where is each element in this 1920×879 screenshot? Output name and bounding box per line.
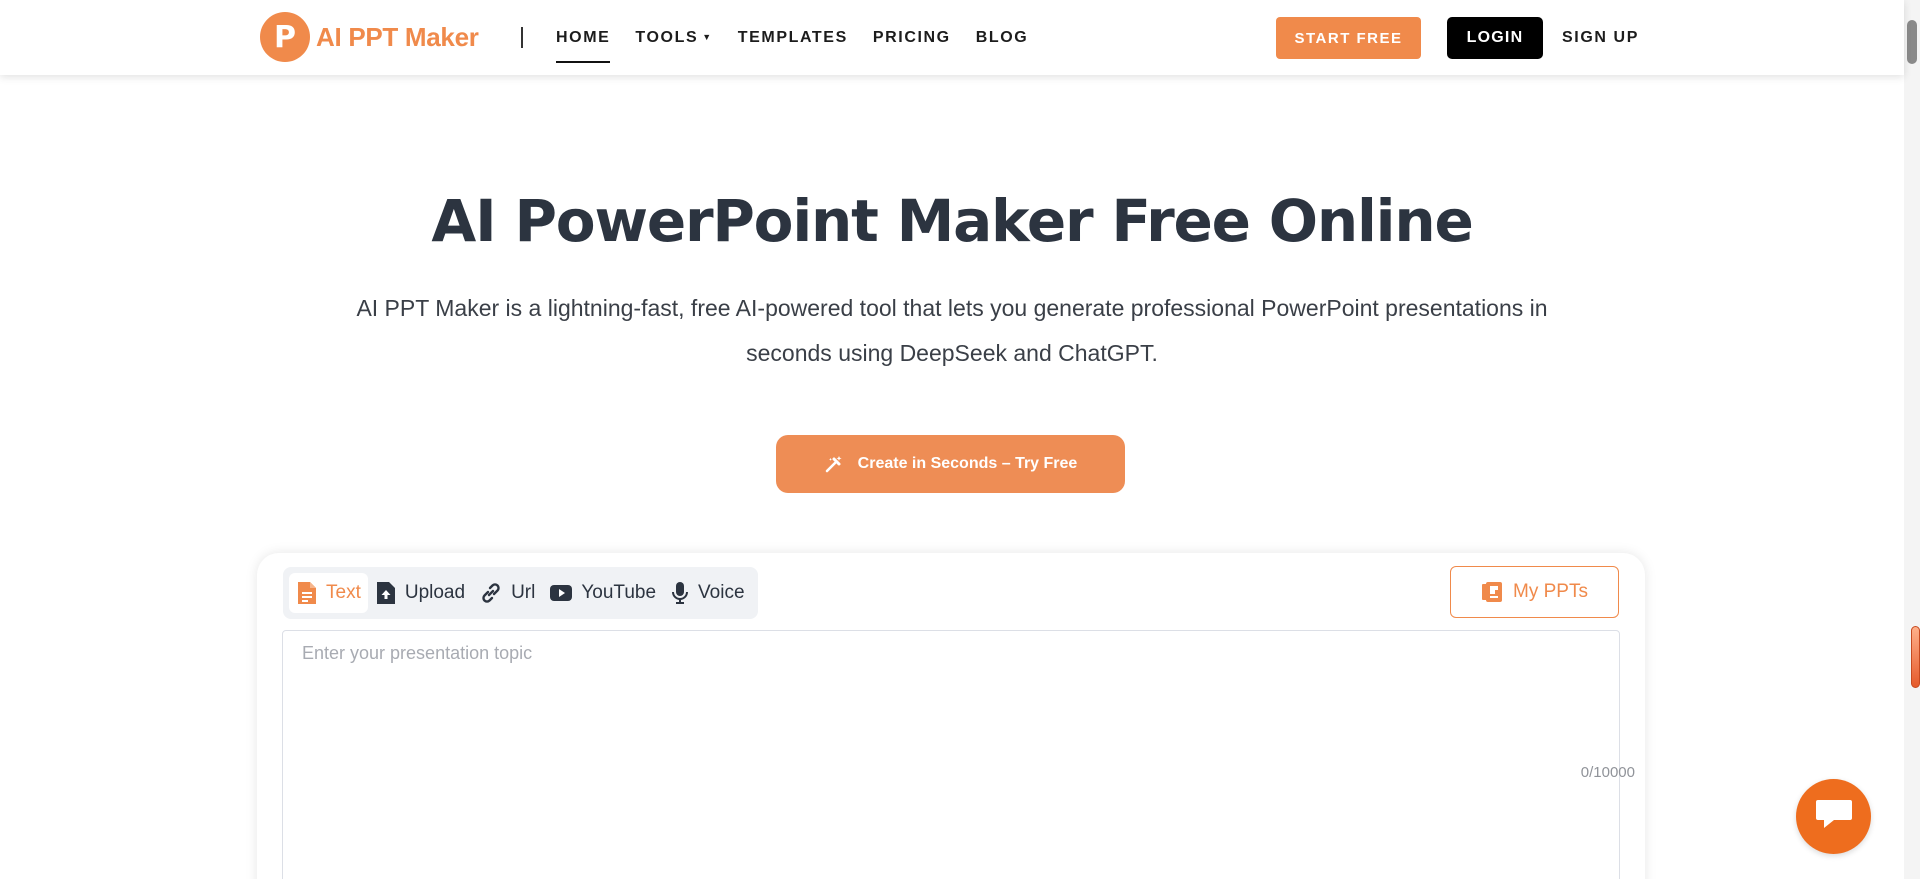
character-counter: 0/10000 xyxy=(1580,764,1635,781)
tab-youtube-label: YouTube xyxy=(581,582,657,603)
page-title: AI PowerPoint Maker Free Online xyxy=(431,187,1473,255)
tab-text-label: Text xyxy=(326,582,361,603)
nav-tools[interactable]: TOOLS ▼ xyxy=(635,0,712,75)
logo-text: AI PPT Maker xyxy=(316,21,479,52)
nav-blog[interactable]: BLOG xyxy=(976,0,1029,75)
chat-button[interactable] xyxy=(1796,779,1871,854)
nav-divider xyxy=(521,27,523,48)
tab-url[interactable]: Url xyxy=(472,573,542,613)
sign-up-link[interactable]: SIGN UP xyxy=(1562,17,1639,59)
my-ppts-label: My PPTs xyxy=(1513,581,1588,602)
topic-input-wrapper xyxy=(282,630,1620,879)
my-ppts-button[interactable]: My PPTs xyxy=(1450,566,1619,618)
presentation-icon xyxy=(1481,581,1503,603)
scroll-progress-indicator xyxy=(1911,626,1920,688)
start-free-button[interactable]: START FREE xyxy=(1276,17,1421,59)
chat-bubble-icon xyxy=(1814,797,1854,836)
microphone-icon xyxy=(670,581,690,605)
nav-home[interactable]: HOME xyxy=(556,0,611,75)
main-nav: HOME TOOLS ▼ TEMPLATES PRICING BLOG xyxy=(556,0,1053,75)
tab-upload-label: Upload xyxy=(404,582,466,603)
upload-icon xyxy=(375,581,397,605)
tab-voice[interactable]: Voice xyxy=(663,573,751,613)
create-try-free-button[interactable]: Create in Seconds – Try Free xyxy=(776,435,1125,493)
logo-mark: P xyxy=(260,12,310,62)
hero-description: AI PPT Maker is a lightning-fast, free A… xyxy=(356,295,1548,366)
magic-wand-icon xyxy=(824,454,844,474)
tab-voice-label: Voice xyxy=(698,582,745,603)
caret-down-icon: ▼ xyxy=(702,31,713,42)
cta-label: Create in Seconds – Try Free xyxy=(857,455,1078,472)
scrollbar-thumb[interactable] xyxy=(1907,20,1917,64)
document-icon xyxy=(296,581,318,605)
nav-pricing[interactable]: PRICING xyxy=(873,0,951,75)
nav-tools-label: TOOLS xyxy=(635,28,699,46)
input-card: Text Upload Url YouTube Voice My PPTs En… xyxy=(257,553,1645,879)
login-button[interactable]: LOGIN xyxy=(1447,17,1543,59)
tab-text[interactable]: Text xyxy=(289,573,368,613)
site-header: P AI PPT Maker HOME TOOLS ▼ TEMPLATES PR… xyxy=(0,0,1904,75)
logo[interactable]: P AI PPT Maker xyxy=(260,12,479,62)
youtube-icon xyxy=(549,583,573,603)
tab-upload[interactable]: Upload xyxy=(368,573,472,613)
nav-templates[interactable]: TEMPLATES xyxy=(738,0,848,75)
input-mode-tabs: Text Upload Url YouTube Voice xyxy=(283,567,758,619)
tab-youtube[interactable]: YouTube xyxy=(542,573,663,613)
tab-url-label: Url xyxy=(511,582,536,603)
link-icon xyxy=(479,581,503,605)
topic-input[interactable] xyxy=(283,631,1619,879)
page-scrollbar[interactable] xyxy=(1904,0,1920,879)
